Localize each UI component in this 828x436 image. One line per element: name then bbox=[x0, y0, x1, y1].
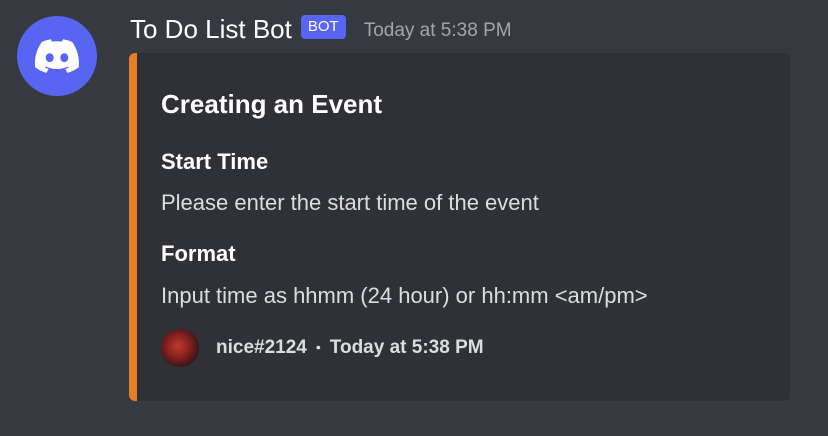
embed-footer: nice#2124 • Today at 5:38 PM bbox=[161, 327, 484, 369]
discord-logo-icon bbox=[34, 39, 79, 73]
chat-message: To Do List Bot BOT Today at 5:38 PM Crea… bbox=[0, 0, 828, 436]
embed-card: Creating an Event Start Time Please ente… bbox=[129, 53, 790, 401]
bot-badge: BOT bbox=[300, 15, 346, 39]
footer-username: nice#2124 bbox=[216, 337, 307, 358]
author-username[interactable]: To Do List Bot bbox=[130, 14, 292, 45]
embed-field-value-start-time: Please enter the start time of the event bbox=[161, 190, 539, 215]
embed-title: Creating an Event bbox=[161, 89, 383, 119]
embed-field-value-format: Input time as hhmm (24 hour) or hh:mm <a… bbox=[161, 283, 648, 308]
footer-separator: • bbox=[315, 339, 321, 355]
footer-user-avatar bbox=[161, 329, 199, 367]
message-timestamp: Today at 5:38 PM bbox=[363, 20, 512, 41]
footer-timestamp: Today at 5:38 PM bbox=[329, 337, 484, 358]
embed-field-name-format: Format bbox=[161, 241, 236, 266]
message-header: To Do List Bot BOT Today at 5:38 PM bbox=[130, 12, 512, 46]
bot-avatar[interactable] bbox=[17, 16, 97, 96]
embed-field-name-start-time: Start Time bbox=[161, 149, 269, 174]
